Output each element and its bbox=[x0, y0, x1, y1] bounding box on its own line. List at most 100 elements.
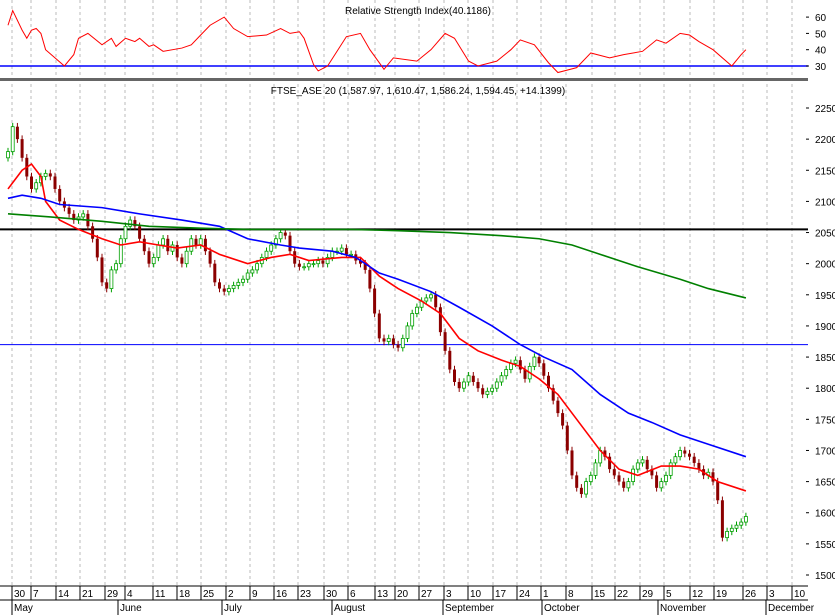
candle-body bbox=[283, 232, 287, 236]
candle-body bbox=[490, 387, 495, 392]
x-day-label: 3 bbox=[769, 589, 775, 600]
candle-body bbox=[382, 338, 386, 342]
candle-body bbox=[744, 516, 748, 523]
candle-body bbox=[414, 306, 419, 314]
x-month-label: August bbox=[334, 603, 365, 614]
y-tick-label: 1600 bbox=[815, 509, 835, 520]
y-tick-label: 2200 bbox=[815, 135, 835, 146]
candle-body bbox=[213, 263, 217, 283]
x-day-label: 18 bbox=[179, 589, 191, 600]
y-tick-label: 2250 bbox=[815, 104, 835, 115]
x-day-label: 14 bbox=[58, 589, 70, 600]
candle-body bbox=[443, 332, 447, 351]
candle-body bbox=[391, 338, 395, 345]
candle-body bbox=[561, 413, 565, 426]
candle-body bbox=[593, 462, 598, 476]
candle-body bbox=[645, 459, 649, 470]
candle-body bbox=[236, 281, 241, 286]
y-axis: 2250 2200 2150 2100 2050 2000 1950 1900 1850 1800… bbox=[806, 13, 835, 582]
candle-body bbox=[311, 263, 316, 266]
candle-body bbox=[556, 400, 560, 414]
candle-body bbox=[264, 250, 269, 258]
rsi-line bbox=[7, 9, 747, 74]
x-month-label: October bbox=[544, 603, 580, 614]
candle-body bbox=[626, 481, 631, 489]
candle-body bbox=[123, 225, 128, 240]
candle-body bbox=[20, 139, 24, 158]
x-day-label: 3 bbox=[446, 589, 452, 600]
rsi-y-tick-label: 50 bbox=[815, 29, 827, 40]
candle-body bbox=[659, 481, 664, 489]
candle-body bbox=[194, 238, 198, 245]
x-day-label: 30 bbox=[14, 589, 26, 600]
candle-body bbox=[10, 126, 15, 152]
x-day-label: 30 bbox=[326, 589, 338, 600]
x-day-label: 25 bbox=[203, 589, 215, 600]
x-day-label: 12 bbox=[692, 589, 704, 600]
candle-body bbox=[218, 282, 221, 289]
y-tick-label: 2150 bbox=[815, 166, 835, 177]
candle-body bbox=[622, 481, 626, 488]
candle-body bbox=[105, 282, 109, 289]
x-day-label: 10 bbox=[470, 589, 482, 600]
candle-body bbox=[734, 524, 739, 529]
candle-body bbox=[100, 257, 104, 283]
x-day-label: 26 bbox=[745, 589, 757, 600]
candle-body bbox=[716, 481, 720, 501]
x-day-label: 16 bbox=[276, 589, 288, 600]
x-day-label: 4 bbox=[127, 589, 133, 600]
candle-body bbox=[180, 257, 184, 264]
x-month-label: June bbox=[120, 603, 142, 614]
x-day-label: 23 bbox=[300, 589, 312, 600]
candle-body bbox=[612, 469, 616, 476]
x-day-label: 22 bbox=[617, 589, 629, 600]
x-day-label: 13 bbox=[377, 589, 389, 600]
candle-body bbox=[241, 278, 245, 283]
candle-body bbox=[678, 450, 682, 458]
candle-body bbox=[91, 226, 95, 239]
candle-body bbox=[584, 481, 588, 495]
candle-body bbox=[448, 350, 452, 370]
candle-body bbox=[184, 250, 189, 265]
x-month-label: May bbox=[14, 603, 33, 614]
candle-body bbox=[6, 151, 10, 159]
candle-body bbox=[688, 453, 691, 457]
candle-body bbox=[513, 359, 518, 364]
x-day-label: 8 bbox=[568, 589, 574, 600]
x-day-label: 11 bbox=[155, 589, 166, 600]
stock-chart: Relative Strength Index(40.1186) FTSE_AS… bbox=[0, 0, 835, 615]
candle-body bbox=[156, 244, 161, 258]
y-tick-label: 1800 bbox=[815, 384, 835, 395]
y-tick-label: 2050 bbox=[815, 229, 835, 240]
candle-body bbox=[373, 288, 377, 314]
candle-body bbox=[321, 260, 325, 264]
x-day-label: 7 bbox=[33, 589, 39, 600]
candle-body bbox=[481, 388, 485, 395]
x-day-label: 27 bbox=[421, 589, 433, 600]
panel-separator bbox=[0, 78, 808, 81]
candle-body bbox=[48, 173, 52, 177]
candle-body bbox=[471, 375, 475, 382]
y-tick-label: 1700 bbox=[815, 446, 835, 457]
x-day-label: 19 bbox=[716, 589, 728, 600]
rsi-title: Relative Strength Index(40.1186) bbox=[345, 6, 491, 17]
x-day-label: 21 bbox=[82, 589, 94, 600]
candle-body bbox=[692, 456, 696, 463]
candle-body bbox=[570, 450, 574, 476]
candle-body bbox=[424, 297, 429, 302]
candle-body bbox=[400, 337, 405, 349]
candle-body bbox=[147, 251, 151, 264]
candle-body bbox=[457, 381, 461, 389]
candle-body bbox=[339, 247, 344, 252]
candle-body bbox=[109, 269, 114, 289]
candle-body bbox=[245, 272, 250, 280]
x-day-label: 5 bbox=[666, 589, 672, 600]
x-day-label: 1 bbox=[543, 589, 549, 600]
candle-body bbox=[302, 266, 307, 269]
candle-body bbox=[175, 244, 179, 258]
x-day-label: 24 bbox=[519, 589, 531, 600]
x-month-label: July bbox=[224, 603, 242, 614]
moving-average-medium bbox=[7, 194, 747, 458]
candle-body bbox=[151, 257, 156, 265]
y-tick-label: 2000 bbox=[815, 260, 835, 271]
